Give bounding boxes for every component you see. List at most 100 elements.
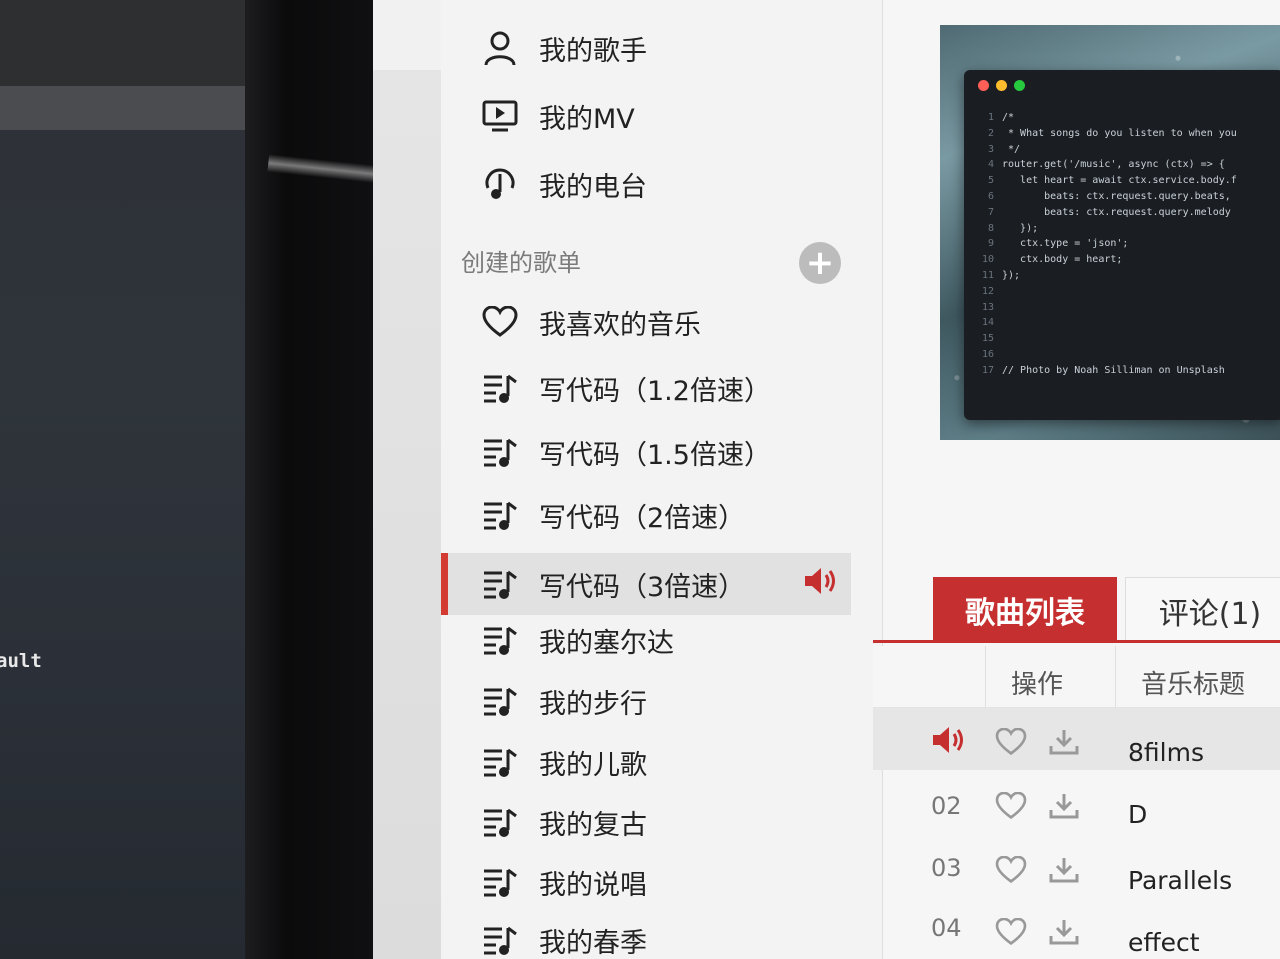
code-line: 15 — [981, 333, 994, 345]
cover-code-text: 1/* 2 * What songs do you listen to when … — [972, 110, 1237, 379]
music-app: 我的歌手 我的MV 我的电台 创建的歌单 + 我喜欢的音乐 写代码（1.2倍速）… — [373, 0, 1280, 959]
code-line: 1/* — [987, 112, 1015, 123]
code-line: 11}); — [981, 269, 1021, 281]
sidebar-item-playlist[interactable]: 写代码（1.5倍速） — [441, 424, 851, 480]
playlist-icon — [481, 496, 519, 534]
like-heart-icon[interactable] — [995, 855, 1027, 888]
sidebar-item-label: 我喜欢的音乐 — [539, 309, 701, 341]
radio-icon — [481, 165, 519, 203]
code-line: 17// Photo by Noah Silliman on Unsplash — [981, 364, 1225, 376]
sidebar-item-my-radio[interactable]: 我的电台 — [441, 156, 851, 212]
song-title: 8films — [1128, 738, 1204, 767]
tab-comments[interactable]: 评论(1) — [1125, 577, 1280, 643]
sidebar-item-label: 我的步行 — [539, 688, 647, 720]
sidebar-item-playlist[interactable]: 我的春季 — [441, 912, 851, 959]
app-left-gutter — [373, 0, 441, 959]
sidebar-item-label: 写代码（2倍速） — [539, 502, 746, 534]
sidebar-item-label: 我的歌手 — [539, 35, 647, 67]
add-playlist-button[interactable]: + — [799, 242, 841, 284]
sidebar-item-my-singers[interactable]: 我的歌手 — [441, 20, 851, 76]
table-row[interactable]: 8films — [873, 708, 1280, 770]
playlist-icon — [481, 621, 519, 659]
sidebar-item-liked-music[interactable]: 我喜欢的音乐 — [441, 294, 851, 350]
sidebar: 我的歌手 我的MV 我的电台 创建的歌单 + 我喜欢的音乐 写代码（1.2倍速）… — [441, 0, 949, 959]
song-title: effect — [1128, 928, 1200, 957]
playlist-icon — [481, 803, 519, 841]
song-table-header: 操作 音乐标题 — [873, 646, 1280, 708]
sidebar-item-label: 我的儿歌 — [539, 749, 647, 781]
code-line: 16 — [981, 348, 994, 360]
code-line: 2 * What songs do you listen to when you — [987, 127, 1237, 139]
code-line: 5 let heart = await ctx.service.body.f — [987, 175, 1237, 187]
sidebar-item-my-mv[interactable]: 我的MV — [441, 88, 851, 144]
heart-icon — [481, 303, 519, 341]
table-row[interactable]: 04 effect — [873, 898, 1280, 959]
playlist-icon — [481, 369, 519, 407]
terminal-title-bar — [0, 86, 245, 130]
playlist-main: 1/* 2 * What songs do you listen to when … — [873, 0, 1280, 959]
download-icon[interactable] — [1048, 728, 1080, 760]
sidebar-item-playlist[interactable]: 我的说唱 — [441, 854, 851, 910]
like-heart-icon[interactable] — [995, 727, 1027, 760]
sidebar-item-playlist[interactable]: 写代码（1.2倍速） — [441, 360, 851, 416]
code-line: 13 — [981, 301, 994, 313]
sidebar-item-label: 写代码（1.5倍速） — [539, 439, 771, 471]
sidebar-item-label: 我的电台 — [539, 171, 647, 203]
sidebar-item-playlist[interactable]: 我的儿歌 — [441, 734, 851, 790]
table-row[interactable]: 02 D — [873, 772, 1280, 834]
cover-code-window: 1/* 2 * What songs do you listen to when … — [964, 70, 1280, 420]
sidebar-item-label: 我的春季 — [539, 927, 647, 959]
column-header-action[interactable]: 操作 — [1011, 664, 1063, 701]
code-line: 8 }); — [987, 222, 1039, 234]
sidebar-item-label: 我的塞尔达 — [539, 627, 674, 659]
section-title-created-playlists: 创建的歌单 — [461, 249, 581, 277]
download-icon[interactable] — [1048, 856, 1080, 888]
table-row[interactable]: 03 Parallels — [873, 836, 1280, 898]
sidebar-item-playlist-active[interactable]: 写代码（3倍速） — [441, 553, 851, 615]
playlist-cover-image: 1/* 2 * What songs do you listen to when … — [940, 25, 1280, 440]
terminal-window: ault — [0, 0, 262, 959]
song-number: 04 — [931, 914, 962, 942]
song-number: 02 — [931, 792, 962, 820]
sidebar-item-label: 我的MV — [539, 103, 635, 135]
like-heart-icon[interactable] — [995, 791, 1027, 824]
monitor-bezel — [245, 0, 380, 959]
sidebar-item-playlist[interactable]: 我的复古 — [441, 794, 851, 850]
code-line: 7 beats: ctx.request.query.melody — [987, 206, 1231, 218]
terminal-header — [0, 0, 245, 86]
sidebar-item-label: 我的复古 — [539, 809, 647, 841]
tab-song-list[interactable]: 歌曲列表 — [933, 577, 1117, 643]
code-line: 12 — [981, 285, 994, 297]
playlist-icon — [481, 682, 519, 720]
screen: ault 我的歌手 我的MV 我的电台 创建的歌单 + 我喜欢的音乐 写代码（1… — [0, 0, 1280, 959]
playlist-icon — [481, 863, 519, 901]
sidebar-item-playlist[interactable]: 写代码（2倍速） — [441, 487, 851, 543]
download-icon[interactable] — [1048, 792, 1080, 824]
playlist-icon — [481, 921, 519, 959]
column-header-title[interactable]: 音乐标题 — [1141, 664, 1245, 701]
sidebar-item-label: 我的说唱 — [539, 869, 647, 901]
playlist-tabs: 歌曲列表 评论(1) — [933, 577, 1280, 643]
playlist-icon — [481, 565, 519, 603]
code-line: 10 ctx.body = heart; — [981, 254, 1123, 266]
now-playing-speaker-icon — [931, 724, 967, 762]
playlist-icon — [481, 743, 519, 781]
download-icon[interactable] — [1048, 918, 1080, 950]
sidebar-item-label: 写代码（1.2倍速） — [539, 375, 771, 407]
now-playing-speaker-icon — [803, 565, 839, 604]
code-line: 3 */ — [987, 143, 1021, 155]
song-title: Parallels — [1128, 866, 1233, 895]
song-title: D — [1128, 800, 1148, 829]
tab-underline — [873, 640, 1280, 643]
like-heart-icon[interactable] — [995, 917, 1027, 950]
sidebar-item-playlist[interactable]: 我的步行 — [441, 673, 851, 729]
song-number: 03 — [931, 854, 962, 882]
video-icon — [481, 97, 519, 135]
sidebar-item-playlist[interactable]: 我的塞尔达 — [441, 612, 851, 668]
sidebar-item-label: 写代码（3倍速） — [539, 571, 746, 603]
code-line: 14 — [981, 317, 994, 329]
person-icon — [481, 29, 519, 67]
code-line: 6 beats: ctx.request.query.beats, — [987, 190, 1231, 202]
code-line: 9 ctx.type = 'json'; — [987, 238, 1129, 250]
playlist-icon — [481, 433, 519, 471]
